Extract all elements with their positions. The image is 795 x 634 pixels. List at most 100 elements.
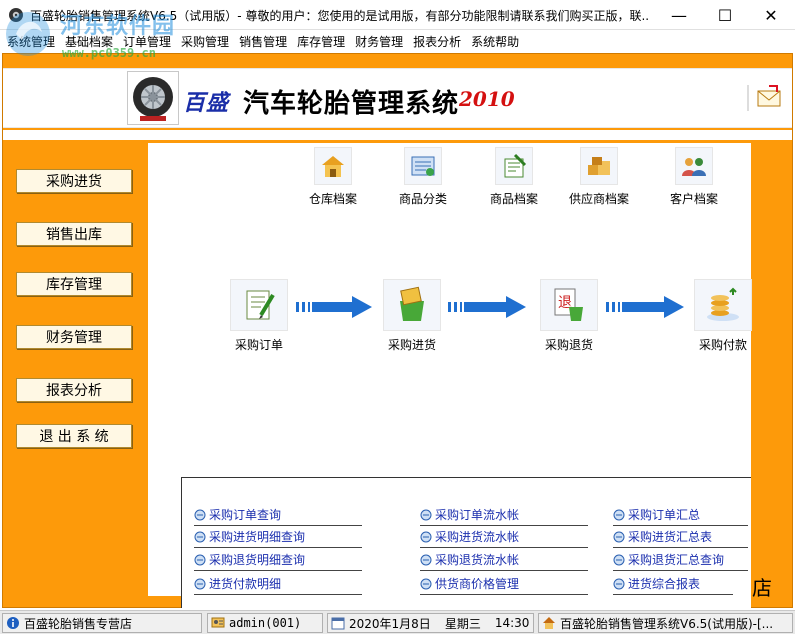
menu-help[interactable]: 系统帮助	[468, 30, 526, 51]
category-icon	[411, 156, 435, 176]
app-icon	[9, 8, 23, 22]
calendar-icon	[331, 617, 345, 630]
link-label: 采购进货汇总表	[628, 530, 713, 544]
header-banner: 百盛 汽车轮胎管理系统 2010	[3, 68, 792, 128]
link-underline	[420, 570, 588, 571]
purchase-order-icon	[246, 290, 275, 320]
link-underline	[194, 594, 362, 595]
link-label: 采购进货明细查询	[209, 530, 306, 544]
link-bullet-icon	[194, 509, 206, 520]
link-underline	[194, 525, 362, 526]
link-bullet-icon	[613, 578, 625, 589]
link-label: 采购订单汇总	[628, 508, 701, 522]
menu-bar: 系统管理 基础档案 订单管理 采购管理 销售管理 库存管理 财务管理 报表分析 …	[0, 30, 795, 51]
shop-name: 百盛轮胎销售专营店	[24, 616, 133, 631]
link-bullet-icon	[420, 578, 432, 589]
overflow-text: 店	[752, 576, 772, 600]
window-title: 百盛轮胎销售管理系统V6.5（试用版）- 尊敬的用户：您使用的是试用版，有部分功…	[30, 9, 650, 23]
status-app: 百盛轮胎销售管理系统V6.5(试用版)-[...	[538, 613, 793, 633]
flow-arrow-1	[296, 296, 372, 318]
purchase-receipt-icon	[400, 286, 424, 321]
link-bullet-icon	[420, 531, 432, 542]
purchase-payment-tile[interactable]: 采购付款	[694, 279, 752, 353]
menu-reports[interactable]: 报表分析	[410, 30, 468, 51]
sales-outbound-button[interactable]: 销售出库	[16, 222, 132, 246]
status-date: 2020年1月8日	[349, 616, 431, 631]
warehouse-archive-tile[interactable]: 仓库档案	[306, 147, 360, 207]
report-link[interactable]: 采购进货流水帐	[420, 528, 588, 548]
report-link[interactable]: 采购进货明细查询	[194, 528, 362, 548]
link-label: 采购退货汇总查询	[628, 553, 725, 567]
tile-label: 供应商档案	[568, 192, 629, 206]
link-underline	[613, 594, 733, 595]
link-label: 采购订单查询	[209, 508, 282, 522]
link-underline	[613, 547, 748, 548]
banner-underline	[3, 130, 792, 140]
banner-divider	[747, 85, 749, 111]
product-archive-tile[interactable]: 商品档案	[485, 147, 543, 207]
report-link[interactable]: 进货付款明细	[194, 575, 362, 595]
supplier-icon	[588, 157, 610, 175]
menu-finance[interactable]: 财务管理	[352, 30, 410, 51]
link-label: 采购退货明细查询	[209, 553, 306, 567]
user-icon	[211, 617, 225, 628]
category-archive-tile[interactable]: 商品分类	[394, 147, 452, 207]
tile-label: 商品分类	[398, 192, 447, 206]
close-button[interactable]: ✕	[748, 0, 794, 30]
purchase-return-tile[interactable]: 退 采购退货	[538, 279, 600, 353]
menu-orders[interactable]: 订单管理	[120, 30, 178, 51]
link-underline	[420, 594, 588, 595]
flow-label: 采购退货	[544, 338, 593, 352]
mail-exit-icon[interactable]	[755, 83, 783, 111]
link-bullet-icon	[613, 509, 625, 520]
menu-system[interactable]: 系统管理	[4, 30, 62, 51]
report-link[interactable]: 供货商价格管理	[420, 575, 588, 595]
report-link[interactable]: 采购进货汇总表	[613, 528, 748, 548]
user-id: admin(001)	[229, 616, 302, 630]
link-label: 采购进货流水帐	[435, 530, 520, 544]
minimize-button[interactable]: —	[656, 0, 702, 30]
tire-icon	[133, 77, 173, 121]
inventory-button[interactable]: 库存管理	[16, 272, 132, 296]
link-bullet-icon	[194, 578, 206, 589]
menu-basic-archives[interactable]: 基础档案	[62, 30, 120, 51]
report-link[interactable]: 采购退货汇总查询	[613, 551, 748, 571]
menu-inventory[interactable]: 库存管理	[294, 30, 352, 51]
purchase-order-tile[interactable]: 采购订单	[226, 279, 292, 353]
menu-purchase[interactable]: 采购管理	[178, 30, 236, 51]
finance-button[interactable]: 财务管理	[16, 325, 132, 349]
tile-label: 客户档案	[669, 192, 718, 206]
exit-system-button[interactable]: 退 出 系 统	[16, 424, 132, 448]
flow-arrow-2	[448, 296, 526, 318]
maximize-button[interactable]: ☐	[702, 0, 748, 30]
report-link[interactable]: 采购退货流水帐	[420, 551, 588, 571]
link-underline	[613, 570, 748, 571]
link-underline	[194, 570, 362, 571]
supplier-archive-tile[interactable]: 供应商档案	[566, 147, 632, 207]
link-underline	[613, 525, 748, 526]
purchase-receipt-tile[interactable]: 采购进货	[382, 279, 442, 353]
status-weekday: 星期三	[444, 616, 481, 631]
system-name: 汽车轮胎管理系统	[243, 89, 460, 119]
report-link[interactable]: 采购订单流水帐	[420, 506, 588, 526]
link-underline	[420, 525, 588, 526]
link-bullet-icon	[420, 509, 432, 520]
flow-label: 采购进货	[387, 338, 436, 352]
customer-archive-tile[interactable]: 客户档案	[665, 147, 723, 207]
report-link[interactable]: 进货综合报表	[613, 575, 733, 595]
reports-button[interactable]: 报表分析	[16, 378, 132, 402]
report-link[interactable]: 采购退货明细查询	[194, 551, 362, 571]
link-label: 供货商价格管理	[435, 577, 520, 591]
report-link[interactable]: 采购订单汇总	[613, 506, 748, 526]
report-link[interactable]: 采购订单查询	[194, 506, 362, 526]
tire-logo	[127, 71, 179, 125]
link-bullet-icon	[420, 554, 432, 565]
tile-label: 商品档案	[489, 192, 538, 206]
menu-sales[interactable]: 销售管理	[236, 30, 294, 51]
product-icon	[504, 153, 527, 178]
purchase-button[interactable]: 采购进货	[16, 169, 132, 193]
flow-arrow-3	[606, 296, 684, 318]
customer-icon	[682, 158, 706, 176]
status-shop: 百盛轮胎销售专营店	[2, 613, 202, 633]
link-bullet-icon	[194, 554, 206, 565]
